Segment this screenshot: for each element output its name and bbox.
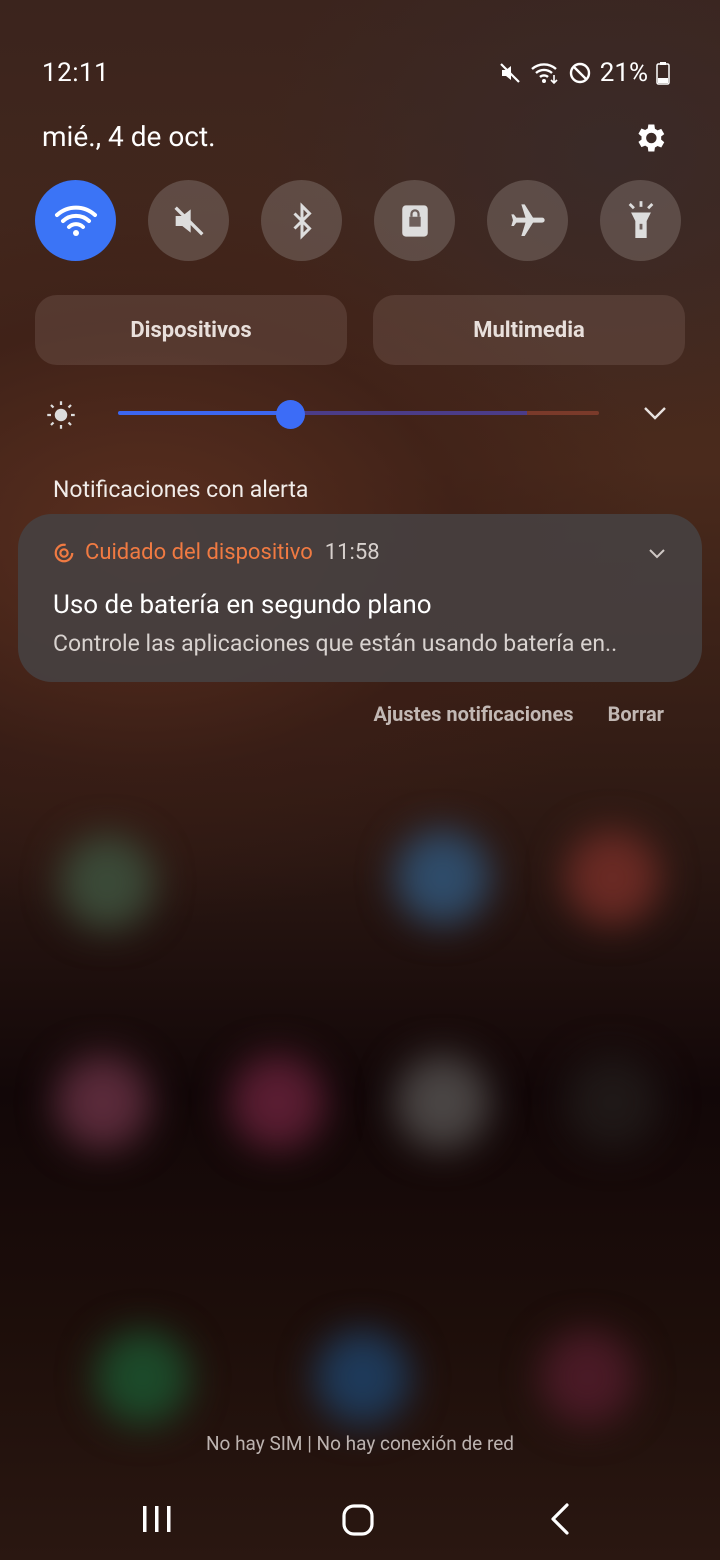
battery-percent: 21% bbox=[599, 58, 648, 88]
blurred-app-icon bbox=[395, 830, 490, 925]
notifications-section-title: Notificaciones con alerta bbox=[53, 476, 309, 503]
device-media-row: Dispositivos Multimedia bbox=[35, 295, 685, 365]
quick-settings-row bbox=[35, 180, 681, 261]
chevron-down-icon[interactable] bbox=[642, 403, 668, 423]
brightness-icon bbox=[47, 401, 75, 429]
blurred-app-icon bbox=[95, 1330, 190, 1425]
brightness-slider-thumb[interactable] bbox=[276, 400, 305, 429]
sound-toggle[interactable] bbox=[148, 180, 229, 261]
rotation-lock-toggle[interactable] bbox=[374, 180, 455, 261]
devices-button[interactable]: Dispositivos bbox=[35, 295, 347, 365]
blurred-app-icon bbox=[230, 1055, 325, 1150]
bluetooth-icon bbox=[292, 201, 312, 240]
do-not-disturb-icon bbox=[569, 62, 590, 84]
notification-time: 11:58 bbox=[324, 540, 380, 565]
lock-icon bbox=[401, 204, 428, 237]
back-button[interactable] bbox=[551, 1503, 569, 1535]
mute-icon bbox=[499, 63, 520, 83]
notification-settings-button[interactable]: Ajustes notificaciones bbox=[373, 702, 573, 726]
blurred-app-icon bbox=[565, 830, 660, 925]
blurred-app-icon bbox=[540, 1330, 635, 1425]
blurred-app-icon bbox=[55, 1055, 150, 1150]
airplane-icon bbox=[510, 203, 545, 236]
brightness-slider-track[interactable] bbox=[118, 411, 599, 415]
recents-button[interactable] bbox=[143, 1506, 171, 1532]
sim-status: No hay SIM | No hay conexión de red bbox=[205, 1432, 515, 1455]
wifi-icon bbox=[530, 63, 558, 85]
date-label: mié., 4 de oct. bbox=[42, 120, 216, 153]
wifi-icon bbox=[54, 205, 97, 236]
notification-body: Controle las aplicaciones que están usan… bbox=[53, 630, 618, 657]
media-button[interactable]: Multimedia bbox=[373, 295, 685, 365]
expand-chevron-icon[interactable] bbox=[647, 546, 667, 562]
blurred-app-icon bbox=[315, 1330, 410, 1425]
notification-title: Uso de batería en segundo plano bbox=[53, 590, 432, 620]
blurred-app-icon bbox=[565, 1055, 660, 1150]
device-care-icon bbox=[54, 543, 74, 562]
settings-gear-icon[interactable] bbox=[632, 120, 668, 156]
clear-button[interactable]: Borrar bbox=[608, 702, 664, 726]
blurred-app-icon bbox=[60, 835, 155, 930]
mute-icon bbox=[173, 205, 204, 236]
wifi-toggle[interactable] bbox=[35, 180, 116, 261]
flashlight-toggle[interactable] bbox=[600, 180, 681, 261]
flashlight-icon bbox=[628, 200, 653, 238]
blurred-app-icon bbox=[395, 1055, 490, 1150]
navigation-bar bbox=[143, 1503, 569, 1536]
notification-app-name: Cuidado del dispositivo bbox=[85, 540, 313, 565]
notification-actions: Ajustes notificaciones Borrar bbox=[373, 702, 664, 726]
status-time: 12:11 bbox=[42, 58, 110, 88]
airplane-toggle[interactable] bbox=[487, 180, 568, 261]
bluetooth-toggle[interactable] bbox=[261, 180, 342, 261]
battery-icon bbox=[656, 62, 670, 85]
home-button[interactable] bbox=[342, 1504, 374, 1536]
notification-header: Cuidado del dispositivo 11:58 bbox=[53, 540, 380, 565]
status-icons: 21% bbox=[498, 58, 670, 88]
